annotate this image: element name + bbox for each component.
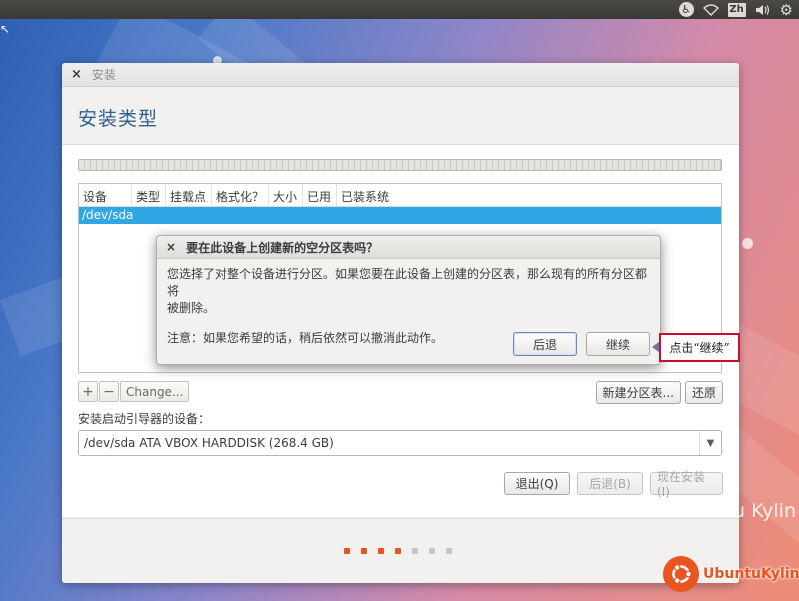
- dialog-message-line: 您选择了对整个设备进行分区。如果您要在此设备上创建的分区表，那么现有的所有分区都…: [167, 267, 648, 298]
- page-header: 安装类型: [62, 87, 739, 145]
- annotation-callout: 点击“继续”: [659, 333, 740, 362]
- table-header: 设备 类型 挂载点 格式化？ 大小 已用 已装系统: [79, 184, 721, 207]
- revert-button[interactable]: 还原: [684, 381, 723, 404]
- dialog-continue-button[interactable]: 继续: [586, 332, 650, 356]
- ubuntukylin-logo-icon: [663, 556, 699, 592]
- progress-dot: [446, 548, 452, 554]
- column-header-used[interactable]: 已用: [303, 184, 337, 206]
- column-header-mount[interactable]: 挂载点: [166, 184, 212, 206]
- brand-name: UbuntuKylin: [703, 566, 799, 582]
- partition-tools: + − Change...: [78, 381, 190, 402]
- language-indicator[interactable]: Zh: [727, 2, 746, 18]
- wizard-navigation: 退出(Q) 后退(B) 现在安装(I): [504, 470, 723, 499]
- column-header-device[interactable]: 设备: [79, 184, 132, 206]
- bootloader-device-select[interactable]: /dev/sda ATA VBOX HARDDISK (268.4 GB) ▼: [78, 430, 722, 456]
- close-icon[interactable]: ×: [71, 67, 82, 82]
- progress-dots: [344, 548, 452, 554]
- progress-dot: [429, 548, 435, 554]
- progress-dot: [378, 548, 384, 554]
- window-titlebar: × 安装: [62, 63, 739, 87]
- mouse-cursor-icon: ↖: [0, 22, 11, 36]
- column-header-format[interactable]: 格式化？: [212, 184, 269, 206]
- add-partition-button[interactable]: +: [78, 381, 98, 402]
- install-now-button[interactable]: 现在安装(I): [650, 470, 723, 499]
- volume-icon[interactable]: [755, 2, 771, 18]
- window-title: 安装: [91, 68, 116, 82]
- dialog-title: 要在此设备上创建新的空分区表吗？: [186, 240, 379, 255]
- gear-icon[interactable]: ⚙: [780, 1, 793, 19]
- change-partition-button[interactable]: Change...: [120, 381, 190, 402]
- close-icon[interactable]: ×: [166, 240, 176, 254]
- wallpaper-brand-text: u Kylin: [733, 500, 797, 522]
- column-header-system[interactable]: 已装系统: [337, 184, 394, 206]
- page-title: 安装类型: [78, 108, 159, 130]
- column-header-size[interactable]: 大小: [269, 184, 303, 206]
- accessibility-icon[interactable]: ♿: [678, 2, 694, 18]
- remove-partition-button[interactable]: −: [99, 381, 119, 402]
- table-row[interactable]: /dev/sda: [79, 207, 721, 224]
- wifi-icon[interactable]: [702, 2, 719, 18]
- chevron-down-icon[interactable]: ▼: [699, 431, 721, 455]
- table-actions: 新建分区表... 还原: [595, 381, 723, 404]
- top-panel: ♿ Zh ⚙: [0, 0, 799, 19]
- progress-dot: [344, 548, 350, 554]
- progress-dot: [395, 548, 401, 554]
- dialog-back-button[interactable]: 后退: [513, 332, 577, 356]
- wallpaper-orb: [742, 238, 753, 249]
- column-header-type[interactable]: 类型: [132, 184, 166, 206]
- progress-dot: [412, 548, 418, 554]
- dialog-buttons: 后退 继续: [513, 332, 650, 356]
- dialog-message-line: 被删除。: [167, 301, 216, 315]
- quit-button[interactable]: 退出(Q): [504, 472, 570, 495]
- bootloader-selected-value: /dev/sda ATA VBOX HARDDISK (268.4 GB): [84, 436, 334, 450]
- progress-dot: [361, 548, 367, 554]
- bootloader-label: 安装启动引导器的设备：: [78, 412, 211, 426]
- back-button[interactable]: 后退(B): [577, 472, 643, 495]
- window-footer: [62, 518, 739, 583]
- partition-bar: [78, 159, 722, 171]
- new-partition-table-button[interactable]: 新建分区表...: [595, 381, 681, 404]
- dialog-titlebar: × 要在此设备上创建新的空分区表吗？: [157, 236, 660, 259]
- confirm-dialog: × 要在此设备上创建新的空分区表吗？ 您选择了对整个设备进行分区。如果您要在此设…: [156, 235, 661, 365]
